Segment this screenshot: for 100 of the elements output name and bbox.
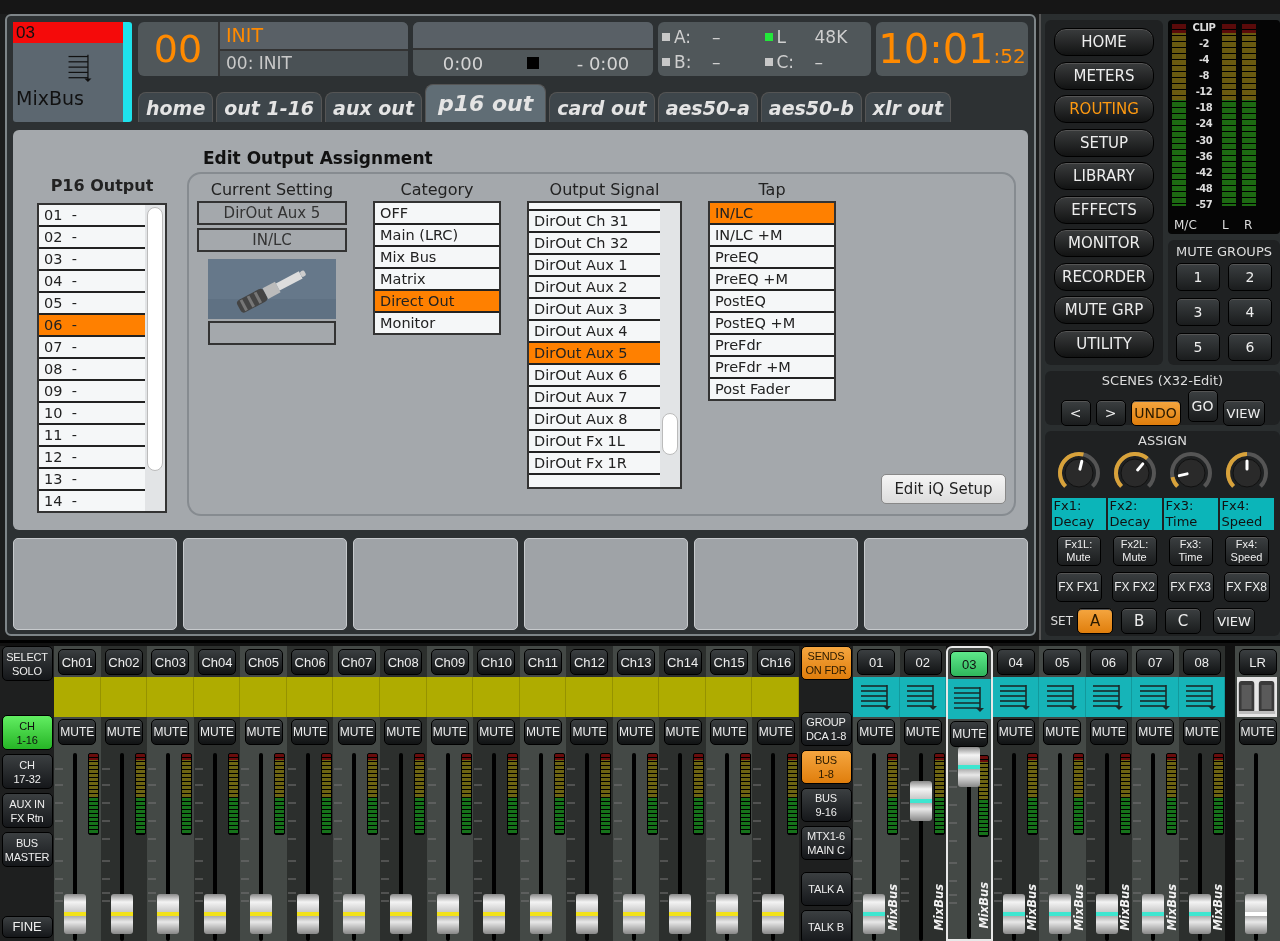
channel-name-button[interactable]: Ch05 — [244, 649, 283, 675]
mute-button[interactable]: MUTE — [570, 719, 609, 745]
edit-iq-setup-button[interactable]: Edit iQ Setup — [881, 474, 1006, 504]
mute-group-button[interactable]: 5 — [1176, 333, 1220, 361]
fader-handle[interactable] — [958, 746, 980, 787]
nav-button[interactable]: SETUP — [1054, 128, 1154, 157]
channel-name-button[interactable]: 04 — [996, 649, 1035, 675]
fader-handle[interactable] — [1095, 894, 1118, 934]
fader-handle[interactable] — [110, 894, 133, 934]
nav-button[interactable]: LIBRARY — [1054, 162, 1154, 190]
scene-button[interactable]: < — [1060, 400, 1091, 426]
fader-handle[interactable] — [863, 894, 885, 934]
mute-group-button[interactable]: 4 — [1228, 298, 1272, 326]
fader-handle[interactable] — [1245, 894, 1267, 934]
channel-name-button[interactable]: Ch01 — [58, 649, 97, 675]
set-button[interactable]: A — [1077, 608, 1114, 634]
tab[interactable]: xlr out — [864, 92, 952, 122]
mute-button[interactable]: MUTE — [996, 719, 1035, 745]
mute-button[interactable]: MUTE — [477, 719, 516, 745]
nav-button[interactable]: MUTE GRP — [1054, 296, 1154, 324]
tab[interactable]: p16 out — [425, 84, 547, 122]
nav-button[interactable]: RECORDER — [1054, 262, 1154, 291]
assign-button[interactable]: Fx2L: Mute — [1112, 536, 1157, 566]
nav-button[interactable]: HOME — [1054, 28, 1154, 56]
list-item[interactable]: IN/LC — [710, 203, 834, 225]
nav-button[interactable]: EFFECTS — [1054, 195, 1154, 224]
fader-handle[interactable] — [483, 894, 506, 934]
scrollbar[interactable] — [660, 203, 680, 487]
list-item[interactable]: DirOut Aux 5 — [529, 343, 660, 365]
layer-button[interactable]: SELECT SOLO — [1, 646, 53, 681]
mute-button[interactable]: MUTE — [756, 719, 795, 745]
layer-button[interactable]: AUX IN FX Rtn — [1, 793, 53, 828]
channel-name-button[interactable]: 08 — [1182, 649, 1221, 675]
layer-button[interactable]: BUS 9-16 — [800, 788, 852, 822]
channel-name-button[interactable]: Ch13 — [617, 649, 656, 675]
channel-name-button[interactable]: Ch10 — [477, 649, 516, 675]
fader-handle[interactable] — [1049, 894, 1071, 934]
layer-button[interactable]: CH 17-32 — [1, 754, 53, 789]
list-item[interactable]: PreFdr +M — [710, 357, 834, 379]
channel-name-button[interactable]: Ch02 — [104, 649, 143, 675]
list-item[interactable]: 14 - — [39, 491, 145, 511]
fader-handle[interactable] — [622, 894, 645, 934]
layer-button[interactable]: BUS 1-8 — [800, 750, 852, 784]
mute-group-button[interactable]: 3 — [1176, 298, 1220, 326]
assign-button[interactable]: Fx1L: Mute — [1056, 536, 1101, 566]
layer-button[interactable]: TALK B — [800, 910, 852, 941]
mute-button[interactable]: MUTE — [1238, 719, 1277, 745]
layer-button[interactable]: MTX1-6 MAIN C — [800, 826, 852, 860]
fader-handle[interactable] — [715, 894, 738, 934]
scene-button[interactable]: GO — [1187, 390, 1218, 422]
channel-name-button[interactable]: Ch12 — [570, 649, 609, 675]
set-button[interactable]: B — [1121, 608, 1158, 634]
channel-name-button[interactable]: Ch08 — [384, 649, 423, 675]
fader-handle[interactable] — [157, 894, 180, 934]
channel-name-button[interactable]: 05 — [1043, 649, 1082, 675]
fader-handle[interactable] — [909, 781, 932, 822]
nav-button[interactable]: ROUTING — [1054, 95, 1154, 123]
mute-button[interactable]: MUTE — [617, 719, 656, 745]
scene-button[interactable]: UNDO — [1130, 400, 1181, 426]
layer-button[interactable]: TALK A — [800, 872, 852, 906]
mute-button[interactable]: MUTE — [857, 719, 896, 745]
mute-button[interactable]: MUTE — [903, 719, 942, 745]
list-item[interactable]: Post Fader — [710, 379, 834, 399]
channel-name-button[interactable]: Ch11 — [523, 649, 562, 675]
list-item[interactable]: Main (LRC) — [375, 225, 499, 247]
channel-name-button[interactable]: Ch07 — [337, 649, 376, 675]
fader-handle[interactable] — [296, 894, 319, 934]
mute-button[interactable]: MUTE — [430, 719, 469, 745]
channel-name-button[interactable]: 01 — [857, 649, 896, 675]
mute-group-button[interactable]: 2 — [1228, 263, 1272, 291]
channel-name-button[interactable]: 06 — [1089, 649, 1128, 675]
fader-handle[interactable] — [576, 894, 599, 934]
tab[interactable]: aes50-a — [657, 92, 758, 122]
fader-handle[interactable] — [762, 894, 785, 934]
mute-button[interactable]: MUTE — [291, 719, 330, 745]
layer-button[interactable]: CH 1-16 — [1, 715, 53, 750]
nav-button[interactable]: MONITOR — [1054, 229, 1154, 257]
layer-button[interactable]: SENDS ON FDR — [800, 646, 852, 680]
fader-handle[interactable] — [1002, 894, 1025, 934]
assign-button[interactable]: FX FX3 — [1167, 572, 1214, 602]
mute-button[interactable]: MUTE — [663, 719, 702, 745]
tab[interactable]: out 1-16 — [216, 92, 323, 122]
channel-name-button[interactable]: 07 — [1136, 649, 1175, 675]
assign-button[interactable]: FX FX2 — [1111, 572, 1158, 602]
tab[interactable]: aux out — [325, 92, 422, 122]
tab[interactable]: aes50-b — [760, 92, 862, 122]
fine-button[interactable]: FINE — [1, 916, 53, 938]
list-item[interactable]: PostEQ +M — [710, 313, 834, 335]
view-button[interactable]: VIEW — [1213, 608, 1256, 634]
list-item[interactable]: Monitor — [375, 313, 499, 333]
list-item[interactable]: IN/LC +M — [710, 225, 834, 247]
scene-button[interactable]: > — [1095, 400, 1126, 426]
assign-button[interactable]: FX FX1 — [1055, 572, 1102, 602]
mute-button[interactable]: MUTE — [384, 719, 423, 745]
fader-handle[interactable] — [203, 894, 226, 934]
assign-button[interactable]: FX FX8 — [1223, 572, 1270, 602]
mute-group-button[interactable]: 1 — [1176, 263, 1220, 291]
set-button[interactable]: C — [1165, 608, 1202, 634]
list-item[interactable]: PreEQ — [710, 247, 834, 269]
channel-name-button[interactable]: 03 — [950, 651, 989, 677]
